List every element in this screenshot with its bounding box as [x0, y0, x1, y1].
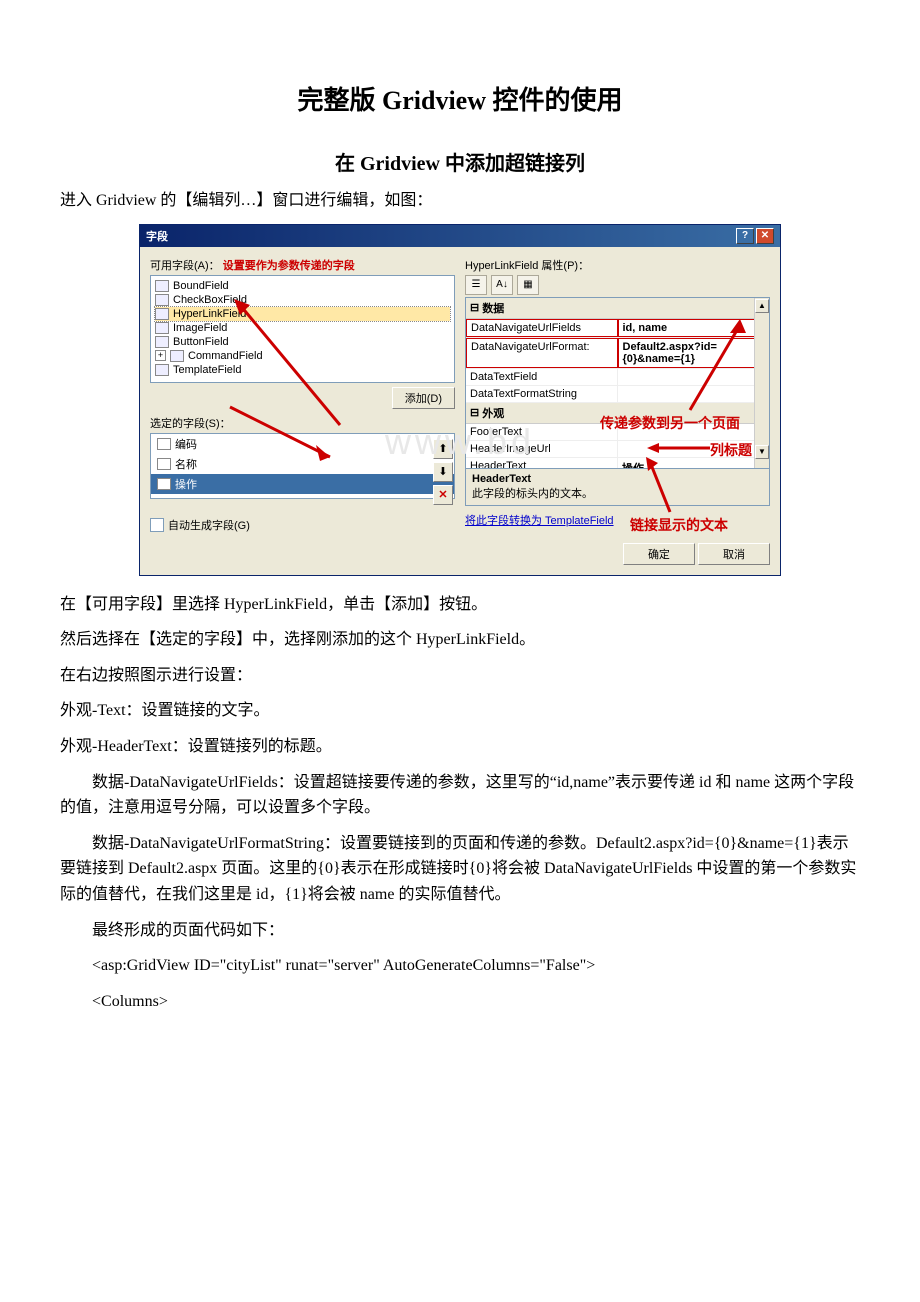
body-text: 然后选择在【选定的字段】中，选择刚添加的这个 HyperLinkField。	[60, 627, 860, 653]
selected-fields-list[interactable]: 编码 名称 操作	[150, 433, 455, 499]
field-icon	[155, 336, 169, 348]
intro-text: 进入 Gridview 的【编辑列…】窗口进行编辑，如图：	[60, 188, 860, 214]
prop-name[interactable]: DataNavigateUrlFormat:	[466, 338, 618, 368]
prop-name[interactable]: DataNavigateUrlFields	[466, 319, 618, 337]
tree-item[interactable]: BoundField	[173, 280, 229, 292]
convert-template-link[interactable]: 将此字段转换为 TemplateField	[465, 515, 614, 527]
list-item[interactable]: 编码	[175, 436, 197, 452]
code-line: <asp:GridView ID="cityList" runat="serve…	[60, 953, 860, 979]
prop-name[interactable]: HeaderImageUrl	[466, 441, 618, 457]
move-up-button[interactable]: ⬆	[433, 439, 453, 459]
tree-item[interactable]: ButtonField	[173, 336, 229, 348]
expand-icon[interactable]: +	[155, 350, 166, 361]
tree-item[interactable]: ImageField	[173, 322, 227, 334]
section-title: 在 Gridview 中添加超链接列	[60, 147, 860, 176]
available-fields-tree[interactable]: BoundField CheckBoxField HyperLinkField …	[150, 275, 455, 383]
category-look: 外观	[482, 405, 504, 421]
help-icon[interactable]: ?	[736, 228, 754, 244]
callout-pass-param: 传递参数到另一个页面	[600, 413, 740, 433]
scroll-up-icon[interactable]: ▲	[755, 299, 769, 313]
code-line: <Columns>	[60, 989, 860, 1015]
desc-body: 此字段的标头内的文本。	[472, 488, 593, 500]
body-text: 数据-DataNavigateUrlFields：设置超链接要传递的参数，这里写…	[60, 770, 860, 821]
collapse-icon[interactable]: ⊟	[470, 406, 479, 419]
field-icon	[155, 294, 169, 306]
close-icon[interactable]: ✕	[756, 228, 774, 244]
selected-fields-label: 选定的字段(S)：	[150, 415, 455, 431]
autogen-checkbox[interactable]	[150, 518, 164, 532]
prop-value[interactable]	[618, 369, 769, 385]
collapse-icon[interactable]: ⊟	[470, 301, 479, 314]
prop-value[interactable]	[618, 386, 769, 402]
tree-item[interactable]: HyperLinkField	[173, 308, 246, 320]
alphabetical-icon[interactable]: A↓	[491, 275, 513, 295]
dialog-titlebar: 字段 ? ✕	[140, 225, 780, 247]
fields-dialog: 字段 ? ✕ 可用字段(A)： 设置要作为参数传递的字段 BoundField …	[139, 224, 781, 576]
categorized-icon[interactable]: ☰	[465, 275, 487, 295]
field-icon	[170, 350, 184, 362]
list-item[interactable]: 操作	[175, 476, 197, 492]
list-item[interactable]: 名称	[175, 456, 197, 472]
body-text: 数据-DataNavigateUrlFormatString：设置要链接到的页面…	[60, 831, 860, 908]
property-description: HeaderText 此字段的标头内的文本。	[465, 469, 770, 506]
field-icon	[157, 458, 171, 470]
properties-icon[interactable]: ▦	[517, 275, 539, 295]
add-button[interactable]: 添加(D)	[392, 387, 455, 409]
page-title: 完整版 Gridview 控件的使用	[60, 80, 860, 117]
field-icon	[155, 364, 169, 376]
properties-label: HyperLinkField 属性(P)：	[465, 257, 770, 273]
move-down-button[interactable]: ⬇	[433, 462, 453, 482]
prop-value[interactable]: id, name	[618, 319, 770, 337]
body-text: 在右边按照图示进行设置：	[60, 663, 860, 689]
dialog-title-text: 字段	[146, 228, 168, 244]
scroll-down-icon[interactable]: ▼	[755, 445, 769, 459]
delete-button[interactable]: ✕	[433, 485, 453, 505]
tree-item[interactable]: CommandField	[188, 350, 263, 362]
ok-button[interactable]: 确定	[623, 543, 695, 565]
prop-name[interactable]: HeaderText	[466, 458, 618, 469]
body-text: 外观-Text：设置链接的文字。	[60, 698, 860, 724]
category-data: 数据	[482, 300, 504, 316]
field-icon	[157, 438, 171, 450]
field-icon	[155, 308, 169, 320]
prop-name[interactable]: DataTextField	[466, 369, 618, 385]
body-text: 外观-HeaderText：设置链接列的标题。	[60, 734, 860, 760]
cancel-button[interactable]: 取消	[698, 543, 770, 565]
body-text: 最终形成的页面代码如下：	[60, 918, 860, 944]
prop-value[interactable]: Default2.aspx?id={0}&name={1}	[618, 338, 770, 368]
field-icon	[157, 478, 171, 490]
field-icon	[155, 280, 169, 292]
scrollbar[interactable]: ▲ ▼	[754, 298, 769, 468]
available-fields-hint: 设置要作为参数传递的字段	[223, 260, 355, 272]
field-icon	[155, 322, 169, 334]
autogen-label: 自动生成字段(G)	[168, 517, 250, 533]
prop-name[interactable]: FooterText	[466, 424, 618, 440]
desc-title: HeaderText	[472, 473, 763, 485]
callout-col-title: 列标题	[710, 440, 752, 460]
tree-item[interactable]: TemplateField	[173, 364, 241, 376]
body-text: 在【可用字段】里选择 HyperLinkField，单击【添加】按钮。	[60, 592, 860, 618]
tree-item[interactable]: CheckBoxField	[173, 294, 247, 306]
callout-link-text: 链接显示的文本	[630, 515, 728, 535]
available-fields-label: 可用字段(A)：	[150, 260, 220, 272]
prop-name[interactable]: DataTextFormatString	[466, 386, 618, 402]
